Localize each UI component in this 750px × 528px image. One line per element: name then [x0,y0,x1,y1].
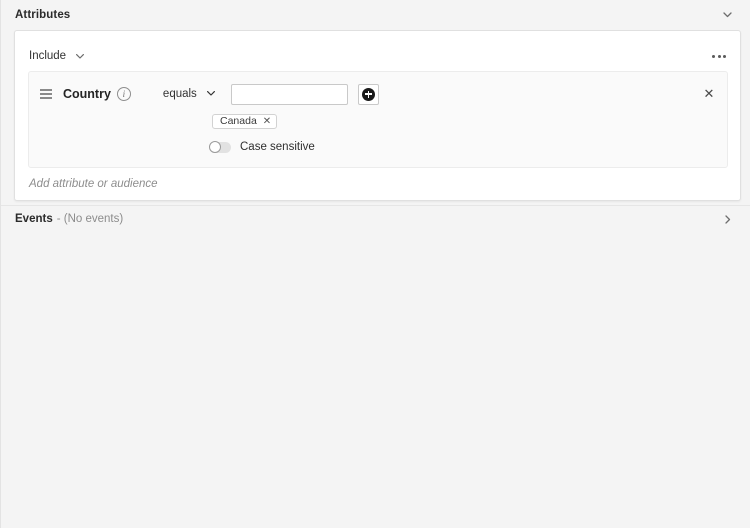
empty-content-area [1,232,750,528]
condition-value-input[interactable] [230,83,348,105]
attributes-section-header: Attributes [1,0,750,29]
operator-select-value: equals [162,88,197,100]
chevron-down-icon [75,51,85,61]
selected-values-list: Canada ✕ [29,113,727,130]
drag-handle-icon[interactable] [40,87,54,101]
chevron-right-icon[interactable] [720,212,734,226]
drag-handle-bar [40,89,52,91]
events-section-header[interactable]: Events - (No events) [1,205,750,232]
segment-builder-page: Attributes Include Country i equals Cana… [0,0,750,528]
scope-select[interactable]: Include [29,50,85,62]
add-attribute-input[interactable]: Add attribute or audience [15,168,740,200]
case-sensitive-label: Case sensitive [240,141,315,153]
scope-select-value: Include [29,50,67,62]
condition-row: Country i equals Canada ✕ Case sensitive… [28,71,728,168]
operator-select[interactable]: equals [163,88,216,101]
toggle-knob [209,140,221,153]
case-sensitive-toggle[interactable] [209,140,231,153]
close-icon[interactable]: ✕ [263,116,271,127]
events-section-title: Events [15,213,53,225]
kebab-menu-icon[interactable] [710,49,728,64]
kebab-dot [717,54,721,58]
attributes-section: Attributes Include Country i equals Cana… [1,0,750,201]
attributes-card: Include Country i equals Canada ✕ Case s… [14,30,741,201]
attributes-section-title: Attributes [15,8,71,21]
events-section-summary: - (No events) [56,213,124,225]
chevron-down-icon [206,88,216,101]
kebab-dot [712,54,715,58]
drag-handle-bar [40,97,52,99]
value-chip[interactable]: Canada ✕ [212,114,278,129]
remove-condition-button[interactable]: ✕ [701,85,717,101]
value-chip-label: Canada [220,115,257,128]
attributes-card-toolbar: Include [15,41,740,71]
drag-handle-bar [40,93,52,95]
case-sensitive-row: Case sensitive [29,139,727,155]
kebab-dot [723,54,726,58]
info-icon[interactable]: i [116,87,131,101]
chevron-down-icon[interactable] [720,8,734,22]
add-value-button[interactable] [357,83,379,105]
condition-primary-line: Country i equals [29,82,727,106]
plus-circle-icon [361,87,375,101]
attribute-name-label[interactable]: Country [63,87,111,101]
